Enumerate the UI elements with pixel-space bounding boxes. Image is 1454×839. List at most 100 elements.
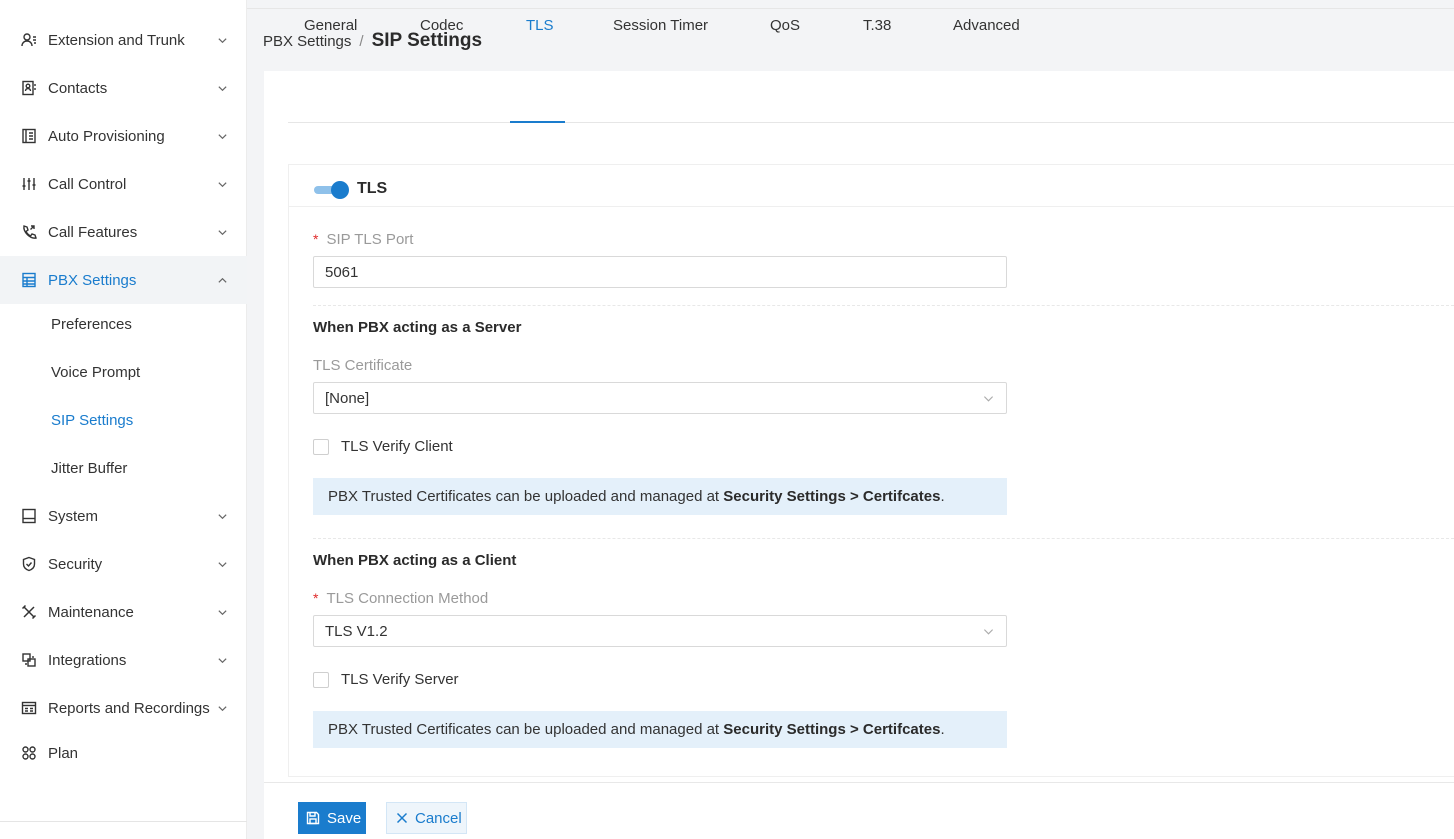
- monitor-icon: [21, 508, 37, 524]
- required-marker: *: [313, 231, 319, 247]
- sidebar-subitem-preferences[interactable]: Preferences: [0, 300, 247, 348]
- sidebar-subitem-jitter-buffer[interactable]: Jitter Buffer: [0, 444, 247, 492]
- sidebar-item-system[interactable]: System: [0, 492, 247, 540]
- chevron-down-icon: [218, 133, 227, 139]
- tls-certificate-label: TLS Certificate: [313, 357, 413, 374]
- active-tab-indicator: [510, 121, 565, 123]
- info-link-text: Security Settings > Certifcates: [723, 488, 941, 505]
- chevron-up-icon: [218, 277, 227, 283]
- sidebar-item-plan[interactable]: Plan: [0, 729, 247, 777]
- sip-tls-port-input[interactable]: 5061: [313, 256, 1007, 288]
- sidebar-item-reports-and-recordings[interactable]: Reports and Recordings: [0, 684, 247, 732]
- tab-t38[interactable]: T.38: [863, 0, 891, 51]
- client-section-title: When PBX acting as a Client: [313, 552, 517, 569]
- sip-tls-port-label: * SIP TLS Port: [313, 231, 413, 248]
- save-icon: [306, 811, 320, 825]
- info-link-text: Security Settings > Certifcates: [723, 721, 941, 738]
- sidebar-item-call-features[interactable]: Call Features: [0, 208, 247, 256]
- info-text: PBX Trusted Certificates can be uploaded…: [328, 721, 720, 738]
- cancel-button[interactable]: Cancel: [386, 802, 467, 834]
- section-divider: [313, 305, 1454, 306]
- client-info-banner: PBX Trusted Certificates can be uploaded…: [313, 711, 1007, 748]
- sidebar-item-pbx-settings[interactable]: PBX Settings: [0, 256, 247, 304]
- sidebar-subitem-label: SIP Settings: [51, 411, 134, 429]
- sidebar-item-label: Security: [48, 555, 103, 573]
- chevron-down-icon: [218, 229, 227, 235]
- tools-icon: [21, 604, 37, 620]
- tls-verify-server-label: TLS Verify Server: [341, 671, 459, 688]
- required-marker: *: [313, 590, 319, 606]
- tls-enable-toggle[interactable]: [314, 181, 349, 199]
- chevron-down-icon: [983, 629, 994, 635]
- chevron-down-icon: [983, 396, 994, 402]
- sidebar-item-label: Contacts: [48, 79, 108, 97]
- chevron-down-icon: [218, 181, 227, 187]
- chevron-down-icon: [218, 37, 227, 43]
- sidebar-divider: [0, 821, 247, 822]
- chevron-down-icon: [218, 657, 227, 663]
- chevron-down-icon: [218, 609, 227, 615]
- tab-qos[interactable]: QoS: [770, 0, 800, 51]
- checkbox-box[interactable]: [313, 671, 329, 688]
- sidebar-subitem-label: Jitter Buffer: [51, 459, 128, 477]
- tls-verify-server-checkbox[interactable]: TLS Verify Server: [313, 671, 459, 688]
- sidebar-subitem-voice-prompt[interactable]: Voice Prompt: [0, 348, 247, 396]
- sip-tls-port-label-text: SIP TLS Port: [326, 231, 414, 248]
- phone-forward-icon: [21, 224, 37, 240]
- shield-check-icon: [21, 556, 37, 572]
- sidebar-item-label: Reports and Recordings: [48, 699, 210, 717]
- tls-connection-method-value: TLS V1.2: [325, 622, 388, 640]
- tab-tls[interactable]: TLS: [526, 0, 554, 51]
- sidebar-item-contacts[interactable]: Contacts: [0, 64, 247, 112]
- contacts-book-icon: [21, 80, 37, 96]
- plan-grid-icon: [21, 745, 37, 761]
- user-list-icon: [21, 32, 37, 48]
- chevron-down-icon: [218, 561, 227, 567]
- sidebar-item-maintenance[interactable]: Maintenance: [0, 588, 247, 636]
- tab-codec[interactable]: Codec: [420, 0, 463, 51]
- tls-certificate-select[interactable]: [None]: [313, 382, 1007, 414]
- sidebar-item-security[interactable]: Security: [0, 540, 247, 588]
- cancel-button-label: Cancel: [415, 809, 462, 827]
- checkbox-box[interactable]: [313, 438, 329, 455]
- breadcrumb-separator: /: [359, 33, 364, 50]
- tls-certificate-value: [None]: [325, 389, 370, 407]
- chevron-down-icon: [218, 85, 227, 91]
- info-text-suffix: .: [940, 488, 945, 505]
- sidebar-item-label: Auto Provisioning: [48, 127, 165, 145]
- integration-icon: [21, 652, 37, 668]
- sidebar-item-auto-provisioning[interactable]: Auto Provisioning: [0, 112, 247, 160]
- tab-general[interactable]: General: [304, 0, 357, 51]
- save-button-label: Save: [327, 809, 362, 827]
- sidebar-item-extension-and-trunk[interactable]: Extension and Trunk: [0, 16, 247, 64]
- tab-session-timer[interactable]: Session Timer: [613, 0, 708, 51]
- card-header-divider: [289, 206, 1454, 207]
- sidebar-item-label: Call Features: [48, 223, 138, 241]
- sidebar-item-label: Extension and Trunk: [48, 31, 185, 49]
- info-text: PBX Trusted Certificates can be uploaded…: [328, 488, 720, 505]
- sidebar-item-label: System: [48, 507, 99, 525]
- sidebar-item-label: Integrations: [48, 651, 127, 669]
- chevron-down-icon: [218, 705, 227, 711]
- server-section-title: When PBX acting as a Server: [313, 319, 522, 336]
- card-title: TLS: [357, 180, 388, 197]
- sidebar-item-call-control[interactable]: Call Control: [0, 160, 247, 208]
- report-icon: [21, 700, 37, 716]
- save-button[interactable]: Save: [298, 802, 366, 834]
- sidebar-item-label: Maintenance: [48, 603, 134, 621]
- section-divider: [313, 538, 1454, 539]
- tls-verify-client-label: TLS Verify Client: [341, 438, 453, 455]
- info-text-suffix: .: [940, 721, 945, 738]
- sidebar-item-integrations[interactable]: Integrations: [0, 636, 247, 684]
- tls-verify-client-checkbox[interactable]: TLS Verify Client: [313, 438, 453, 455]
- tls-connection-method-label: * TLS Connection Method: [313, 590, 488, 607]
- close-icon: [396, 812, 408, 824]
- tls-connection-method-select[interactable]: TLS V1.2: [313, 615, 1007, 647]
- tab-bar: [288, 72, 1454, 123]
- sip-tls-port-value: 5061: [325, 263, 359, 281]
- sidebar-subitem-sip-settings[interactable]: SIP Settings: [0, 396, 247, 444]
- tab-advanced[interactable]: Advanced: [953, 0, 1020, 51]
- sidebar-subitem-label: Voice Prompt: [51, 363, 141, 381]
- server-info-banner: PBX Trusted Certificates can be uploaded…: [313, 478, 1007, 515]
- sidebar-item-label: Call Control: [48, 175, 127, 193]
